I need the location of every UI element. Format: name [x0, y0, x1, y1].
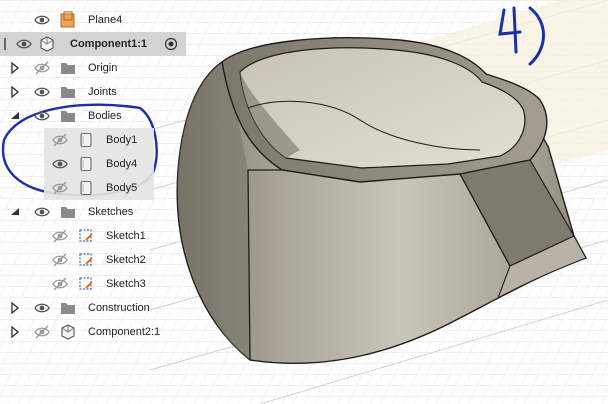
browser-tree: Plane4 Component1:1 Origin Joints Bodies Body… — [0, 0, 200, 340]
tree-row-label: Sketches — [88, 206, 134, 218]
tree-row-label: Origin — [88, 62, 118, 74]
sketch-icon — [77, 275, 95, 296]
tree-row-label: Construction — [88, 302, 150, 314]
tree-row-label: Component1:1 — [70, 38, 147, 50]
eye-hidden-icon[interactable] — [33, 59, 51, 80]
eye-hidden-icon[interactable] — [51, 131, 69, 152]
tree-row-label: Bodies — [88, 110, 122, 122]
eye-icon[interactable] — [33, 83, 51, 104]
expand-arrow-icon[interactable] — [6, 299, 24, 320]
component-icon — [59, 323, 77, 344]
eye-hidden-icon[interactable] — [51, 275, 69, 296]
folder-icon — [59, 299, 77, 320]
tree-row-label: Sketch1 — [106, 230, 146, 242]
eye-icon[interactable] — [33, 299, 51, 320]
tree-row-component1[interactable]: Component1:1 — [0, 32, 186, 56]
folder-icon — [59, 59, 77, 80]
eye-icon[interactable] — [15, 35, 33, 56]
tree-row-label: Sketch2 — [106, 254, 146, 266]
grip-icon — [0, 35, 14, 56]
activate-radio-icon[interactable] — [162, 35, 180, 56]
eye-icon[interactable] — [33, 203, 51, 224]
folder-icon — [59, 203, 77, 224]
eye-hidden-icon[interactable] — [51, 251, 69, 272]
folder-icon — [59, 83, 77, 104]
plane-icon — [59, 11, 77, 32]
tree-row-label: Body5 — [106, 182, 138, 194]
collapse-arrow-icon[interactable] — [6, 203, 24, 224]
expand-arrow-icon[interactable] — [6, 83, 24, 104]
eye-icon[interactable] — [51, 155, 69, 176]
eye-icon[interactable] — [33, 107, 51, 128]
eye-hidden-icon[interactable] — [33, 323, 51, 344]
tree-row-label: Component2:1 — [88, 326, 161, 338]
body-icon — [77, 131, 95, 152]
folder-icon — [59, 107, 77, 128]
tree-row-label: Plane4 — [88, 14, 123, 26]
collapse-arrow-icon[interactable] — [6, 107, 24, 128]
sketch-icon — [77, 251, 95, 272]
tree-row-label: Body4 — [106, 158, 138, 170]
expand-arrow-icon[interactable] — [6, 59, 24, 80]
eye-hidden-icon[interactable] — [51, 179, 69, 200]
expand-arrow-icon[interactable] — [6, 323, 24, 344]
tree-row-label: Sketch3 — [106, 278, 146, 290]
component-icon — [38, 35, 56, 56]
tree-row-label: Joints — [88, 86, 117, 98]
tree-row-body5[interactable]: Body5 — [44, 176, 154, 200]
body-icon — [77, 179, 95, 200]
body-icon — [77, 155, 95, 176]
tree-row-label: Body1 — [106, 134, 138, 146]
tree-row-body4[interactable]: Body4 — [44, 152, 154, 176]
eye-icon[interactable] — [33, 11, 51, 32]
eye-hidden-icon[interactable] — [51, 227, 69, 248]
tree-row-body1[interactable]: Body1 — [44, 128, 154, 152]
sketch-icon — [77, 227, 95, 248]
